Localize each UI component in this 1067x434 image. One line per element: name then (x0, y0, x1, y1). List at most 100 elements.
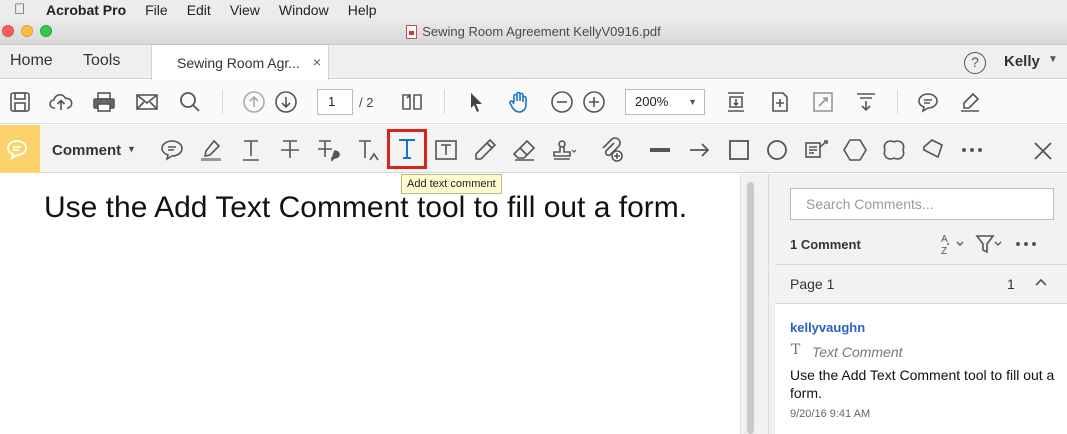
active-tool-highlight (387, 129, 427, 169)
window-minimize-button[interactable] (21, 25, 33, 37)
document-text: Use the Add Text Comment tool to fill ou… (44, 191, 688, 224)
help-icon[interactable]: ? (964, 52, 986, 74)
zoom-caret-icon: ▼ (688, 97, 697, 107)
scrollbar-thumb[interactable] (747, 182, 754, 434)
underline-text-icon[interactable] (238, 137, 264, 163)
page-number-input[interactable]: 1 (317, 89, 353, 115)
fill-sign-icon[interactable] (958, 90, 982, 114)
text-box-icon[interactable] (433, 137, 459, 163)
eraser-icon[interactable] (511, 137, 537, 163)
print-icon[interactable] (92, 90, 116, 114)
strikethrough-text-icon[interactable] (277, 137, 303, 163)
search-comments-input[interactable]: Search Comments... (790, 188, 1054, 220)
full-screen-icon[interactable] (811, 90, 835, 114)
tab-home[interactable]: Home (10, 52, 53, 70)
upload-cloud-icon[interactable] (49, 90, 73, 114)
apple-menu-icon[interactable]:  (14, 1, 30, 18)
window-zoom-button[interactable] (40, 25, 52, 37)
draw-cloud-icon[interactable] (881, 137, 907, 163)
menu-help[interactable]: Help (348, 2, 377, 18)
zoom-out-icon[interactable] (550, 90, 574, 114)
draw-oval-icon[interactable] (764, 137, 790, 163)
page-layout-icon[interactable] (768, 90, 792, 114)
fit-page-icon[interactable] (724, 90, 748, 114)
tool-tooltip: Add text comment (401, 174, 502, 194)
document-scrollbar[interactable] (740, 174, 768, 434)
main-toolbar: 1 / 2 200% ▼ (0, 80, 1067, 124)
zoom-select[interactable]: 200% ▼ (625, 89, 705, 115)
page-thumbnails-icon[interactable] (400, 90, 424, 114)
comment-tool-label[interactable]: Comment (52, 142, 121, 159)
text-callout-icon[interactable] (803, 137, 829, 163)
draw-line-icon[interactable] (647, 137, 673, 163)
menu-window[interactable]: Window (279, 2, 329, 18)
comment-author: kellyvaughn (790, 320, 866, 335)
comments-panel: Search Comments... 1 Comment AZ Page 1 1… (768, 174, 1067, 434)
comment-badge-icon (7, 140, 27, 160)
comment-tool-caret-icon[interactable]: ▼ (127, 144, 136, 154)
draw-rectangle-icon[interactable] (726, 137, 752, 163)
comment-count: 1 Comment (790, 237, 861, 252)
sticky-note-icon[interactable] (159, 137, 185, 163)
next-page-icon[interactable] (274, 90, 298, 114)
comment-toolbar: Comment ▼ (0, 125, 1067, 173)
panel-options-icon[interactable] (1014, 232, 1038, 261)
document-view[interactable]: Use the Add Text Comment tool to fill ou… (0, 174, 740, 434)
save-icon[interactable] (8, 90, 32, 114)
highlight-text-icon[interactable] (198, 137, 224, 163)
comment-type: Text Comment (812, 344, 903, 360)
svg-text:A: A (941, 234, 948, 245)
page-group-label: Page 1 (790, 276, 835, 292)
tab-close-icon[interactable]: × (313, 54, 321, 70)
zoom-value: 200% (635, 94, 669, 109)
page-group-count: 1 (1007, 276, 1015, 292)
sort-icon[interactable]: AZ (939, 232, 965, 261)
user-menu[interactable]: Kelly (1004, 53, 1040, 70)
search-icon[interactable] (178, 90, 202, 114)
filter-icon[interactable] (975, 232, 1003, 261)
window-title-text: Sewing Room Agreement KellyV0916.pdf (422, 24, 661, 39)
toolbar-divider (444, 90, 445, 114)
menu-edit[interactable]: Edit (187, 2, 211, 18)
tab-tools[interactable]: Tools (83, 52, 120, 70)
window-controls (2, 25, 52, 37)
comment-body: Use the Add Text Comment tool to fill ou… (790, 367, 1055, 401)
comment-card[interactable]: kellyvaughn T Text Comment Use the Add T… (775, 304, 1067, 434)
menu-view[interactable]: View (230, 2, 260, 18)
select-pointer-icon[interactable] (464, 90, 488, 114)
menu-app-name[interactable]: Acrobat Pro (46, 2, 126, 18)
tab-document[interactable]: Sewing Room Agr... × (151, 45, 329, 80)
stamp-icon[interactable] (550, 137, 577, 163)
collapse-chevron-icon[interactable] (1034, 275, 1048, 294)
hand-tool-icon[interactable] (507, 90, 531, 114)
draw-polygon-icon[interactable] (842, 137, 868, 163)
toolbar-divider (897, 90, 898, 114)
window-titlebar: Sewing Room Agreement KellyV0916.pdf (0, 19, 1067, 45)
insert-text-icon[interactable] (356, 137, 382, 163)
comment-bubble-icon[interactable] (916, 90, 940, 114)
replace-text-icon[interactable] (316, 137, 342, 163)
tab-bar: Home Tools Sewing Room Agr... × ? Kelly … (0, 45, 1067, 80)
comment-tool-badge (0, 125, 40, 173)
draw-connected-lines-icon[interactable] (920, 137, 946, 163)
pencil-draw-icon[interactable] (472, 137, 498, 163)
user-menu-caret-icon[interactable]: ▼ (1048, 54, 1058, 65)
pdf-file-icon (406, 24, 418, 39)
window-close-button[interactable] (2, 25, 14, 37)
page-group-header[interactable]: Page 1 1 (775, 264, 1067, 304)
page-total: / 2 (359, 95, 374, 110)
email-icon[interactable] (135, 90, 159, 114)
previous-page-icon[interactable] (242, 90, 266, 114)
mac-menubar:  Acrobat Pro File Edit View Window Help (0, 0, 1067, 19)
window-title: Sewing Room Agreement KellyV0916.pdf (406, 24, 661, 39)
scroll-mode-icon[interactable] (854, 90, 878, 114)
toolbar-divider (222, 90, 223, 114)
close-toolbar-icon[interactable] (1030, 138, 1056, 164)
draw-arrow-icon[interactable] (687, 137, 713, 163)
more-tools-icon[interactable] (959, 137, 985, 163)
attach-file-icon[interactable] (599, 137, 625, 163)
zoom-in-icon[interactable] (582, 90, 606, 114)
text-comment-type-icon: T (791, 342, 801, 358)
comment-date: 9/20/16 9:41 AM (790, 408, 871, 420)
menu-file[interactable]: File (145, 2, 168, 18)
